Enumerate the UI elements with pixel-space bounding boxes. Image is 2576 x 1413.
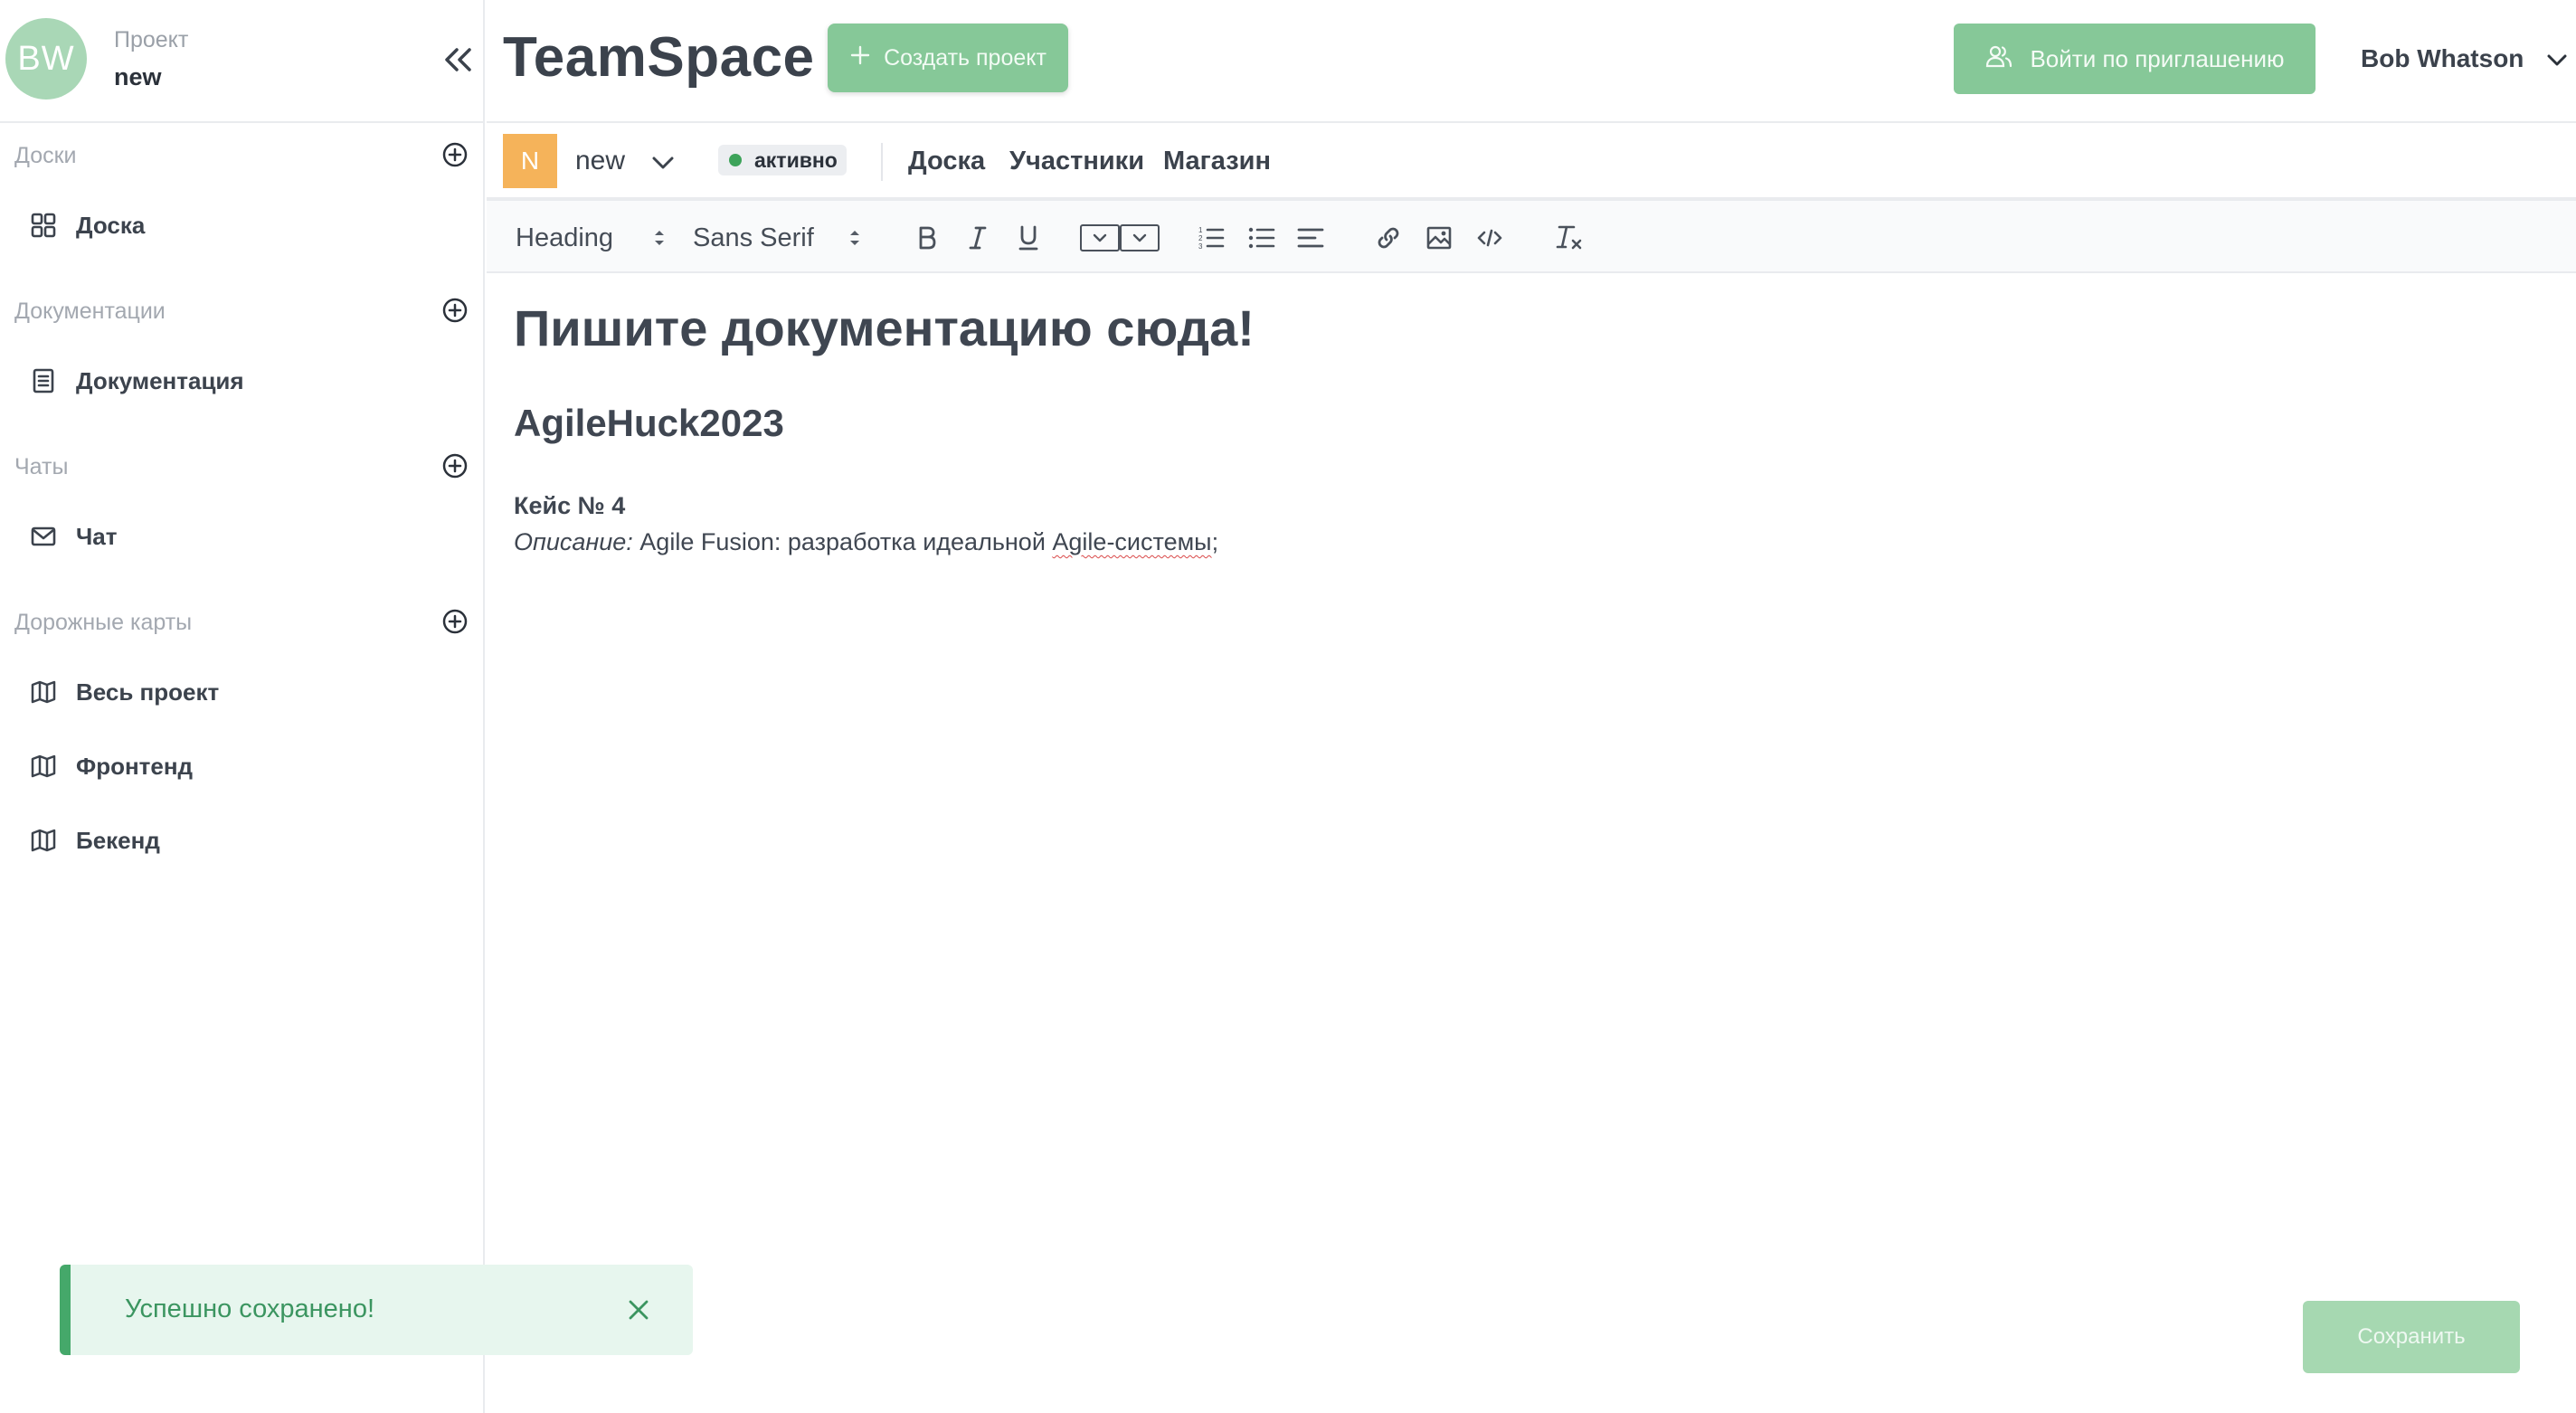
add-board-icon[interactable] <box>440 139 470 170</box>
grid-icon <box>29 211 58 240</box>
svg-text:1: 1 <box>1198 226 1203 234</box>
tab-store[interactable]: Магазин <box>1163 141 1271 181</box>
add-doc-icon[interactable] <box>440 295 470 326</box>
project-select-value: new <box>575 146 626 175</box>
sidebar-item-label: Весь проект <box>76 678 220 706</box>
svg-text:3: 3 <box>1198 242 1203 251</box>
project-name: new <box>114 63 162 90</box>
underline-icon[interactable] <box>1009 219 1047 257</box>
join-by-invite-label: Войти по приглашению <box>2030 44 2285 72</box>
color-select-icon[interactable] <box>1080 224 1120 251</box>
close-icon[interactable] <box>620 1292 657 1328</box>
heading-select[interactable]: Heading <box>516 219 678 257</box>
sidebar-item-chat[interactable]: Чат <box>29 514 463 559</box>
sidebar-header: BW Проект new <box>0 0 485 123</box>
sidebar: BW Проект new Доски Доска Документации Д… <box>0 0 485 1413</box>
sidebar-item-board[interactable]: Доска <box>29 203 463 248</box>
doc-heading-1: Пишите документацию сюда! <box>514 299 1255 356</box>
map-icon <box>29 752 58 781</box>
sidebar-item-label: Фронтенд <box>76 752 194 780</box>
status-label: активно <box>754 147 838 172</box>
align-left-icon[interactable] <box>1292 219 1330 257</box>
join-by-invite-button[interactable]: Войти по приглашению <box>1954 24 2316 94</box>
code-icon[interactable] <box>1471 219 1509 257</box>
toast-message: Успешно сохранено! <box>125 1294 375 1323</box>
document-icon <box>29 366 58 395</box>
ordered-list-icon[interactable]: 123 <box>1192 219 1230 257</box>
create-project-button[interactable]: Создать проект <box>828 24 1068 92</box>
doc-description-label: Описание: <box>514 528 633 555</box>
chevron-down-icon <box>2547 44 2567 73</box>
doc-heading-2: AgileHuck2023 <box>514 402 784 444</box>
project-badge: N <box>503 134 557 188</box>
sidebar-item-label: Чат <box>76 522 118 550</box>
mail-icon <box>29 522 58 551</box>
font-select-value: Sans Serif <box>693 223 814 252</box>
bold-icon[interactable] <box>908 219 946 257</box>
tab-members[interactable]: Участники <box>1009 141 1144 181</box>
italic-icon[interactable] <box>959 219 997 257</box>
success-toast: Успешно сохранено! <box>60 1265 693 1355</box>
sidebar-item-label: Бекенд <box>76 826 160 854</box>
save-button[interactable]: Сохранить <box>2303 1301 2520 1373</box>
sidebar-item-label: Документация <box>76 366 244 394</box>
section-title-chats: Чаты <box>14 454 69 479</box>
section-title-docs: Документации <box>14 299 166 324</box>
plus-icon <box>849 44 871 72</box>
user-menu[interactable]: Bob Whatson <box>2361 36 2567 81</box>
divider <box>881 143 883 181</box>
image-icon[interactable] <box>1420 219 1458 257</box>
sidebar-item-roadmap-frontend[interactable]: Фронтенд <box>29 744 463 789</box>
sidebar-item-roadmap-backend[interactable]: Бекенд <box>29 818 463 863</box>
heading-select-value: Heading <box>516 223 614 252</box>
users-icon <box>1984 43 2013 75</box>
sort-arrows-icon <box>848 228 861 248</box>
doc-case-title: Кейс № 4 <box>514 492 626 519</box>
clear-format-icon[interactable] <box>1550 219 1588 257</box>
tab-board[interactable]: Доска <box>908 141 985 181</box>
project-select[interactable]: new <box>575 136 674 186</box>
doc-description-text: Agile Fusion: разработка идеальной <box>632 528 1053 555</box>
misspelled-word: Agile-системы <box>1052 528 1212 555</box>
link-icon[interactable] <box>1369 219 1407 257</box>
svg-text:2: 2 <box>1198 234 1203 242</box>
app-title: TeamSpace <box>503 26 815 89</box>
avatar[interactable]: BW <box>5 18 87 100</box>
sidebar-item-roadmap-all[interactable]: Весь проект <box>29 669 463 715</box>
user-name: Bob Whatson <box>2361 44 2524 72</box>
status-dot-icon <box>729 154 742 166</box>
add-roadmap-icon[interactable] <box>440 606 470 637</box>
section-title-roadmaps: Дорожные карты <box>14 610 193 635</box>
project-bar: N new активно Доска Участники Магазин <box>487 123 2576 199</box>
double-chevron-left-icon[interactable] <box>438 40 478 80</box>
create-project-label: Создать проект <box>884 44 1046 71</box>
add-chat-icon[interactable] <box>440 450 470 481</box>
chevron-down-icon <box>652 146 674 176</box>
font-select[interactable]: Sans Serif <box>693 219 874 257</box>
project-caption: Проект <box>114 27 189 52</box>
top-bar: TeamSpace Создать проект Войти по пригла… <box>487 0 2576 123</box>
sidebar-item-documentation[interactable]: Документация <box>29 358 463 403</box>
editor-toolbar: Heading Sans Serif 123 <box>487 199 2576 273</box>
background-select-icon[interactable] <box>1120 224 1160 251</box>
section-title-boards: Доски <box>14 143 77 168</box>
status-badge: активно <box>718 145 847 175</box>
map-icon <box>29 826 58 855</box>
doc-description-end: ; <box>1211 528 1219 555</box>
map-icon <box>29 678 58 706</box>
doc-description: Описание: Agile Fusion: разработка идеал… <box>514 528 1218 556</box>
sidebar-item-label: Доска <box>76 211 146 239</box>
sort-arrows-icon <box>653 228 666 248</box>
bullet-list-icon[interactable] <box>1243 219 1281 257</box>
